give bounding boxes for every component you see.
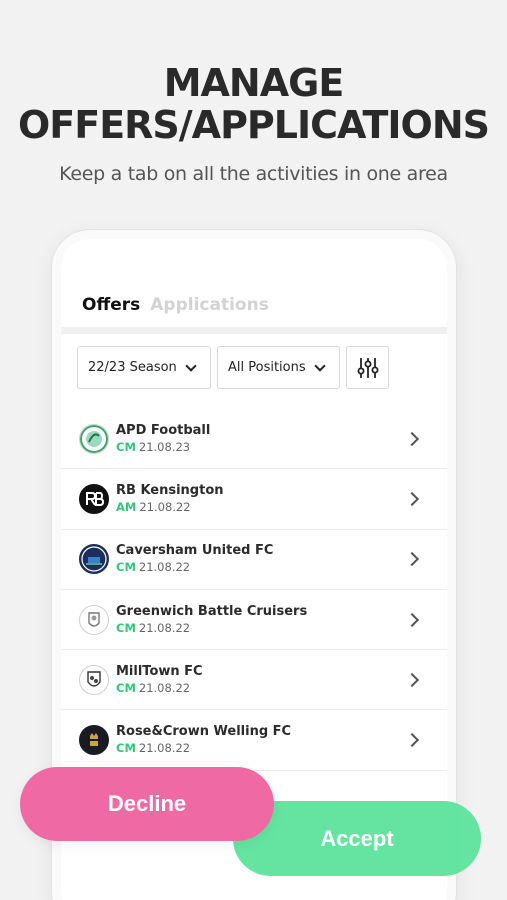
tab-offers[interactable]: Offers (82, 295, 140, 315)
list-item[interactable]: APD Football CM 21.08.23 (61, 409, 447, 470)
club-name: MillTown FC (116, 663, 203, 679)
season-dropdown[interactable]: 22/23 Season (77, 346, 211, 389)
offer-date: 21.08.22 (138, 620, 191, 635)
promo-headline: MANAGE OFFERS/APPLICATIONS (0, 62, 507, 146)
club-name: Greenwich Battle Cruisers (116, 603, 308, 619)
chevron-right-icon (404, 491, 420, 507)
position-badge: AM (116, 499, 137, 514)
position-badge: CM (116, 439, 136, 454)
list-item[interactable]: MillTown FC CM 21.08.22 (61, 650, 447, 711)
chevron-right-icon (404, 552, 420, 567)
rose-crown-logo (79, 725, 109, 756)
sliders-icon (357, 357, 378, 378)
chevron-right-icon (404, 431, 420, 446)
offers-list: APD Football CM 21.08.23 RB Kensington AM… (61, 409, 447, 771)
tab-bar: Offers Applications (82, 295, 269, 315)
caversham-logo (79, 544, 109, 575)
headline-line-1: MANAGE (163, 61, 345, 105)
season-dropdown-label: 22/23 Season (88, 360, 177, 375)
promo-subhead: Keep a tab on all the activities in one … (59, 163, 448, 185)
offer-date: 21.08.22 (138, 741, 191, 756)
club-name: RB Kensington (116, 482, 224, 498)
filter-bar: 22/23 Season All Positions (77, 346, 389, 389)
club-name: Caversham United FC (116, 543, 274, 559)
greenwich-logo (79, 604, 109, 635)
offer-date: 21.08.22 (138, 680, 191, 695)
list-item[interactable]: RB Kensington AM 21.08.22 (61, 469, 447, 530)
chevron-down-icon (313, 359, 326, 372)
list-item[interactable]: Rose&Crown Welling FC CM 21.08.22 (61, 710, 447, 771)
chevron-right-icon (404, 733, 420, 748)
rb-kensington-logo (79, 483, 109, 514)
position-badge: CM (116, 741, 136, 756)
chevron-right-icon (404, 612, 420, 627)
positions-dropdown[interactable]: All Positions (217, 346, 340, 389)
position-badge: CM (116, 620, 136, 635)
chevron-down-icon (185, 359, 197, 372)
decline-button[interactable]: Decline (20, 767, 274, 841)
apd-football-logo (79, 423, 109, 454)
club-name: Rose&Crown Welling FC (116, 724, 292, 740)
offer-date: 21.08.22 (138, 560, 191, 575)
list-item[interactable]: Greenwich Battle Cruisers CM 21.08.22 (61, 590, 447, 651)
offer-date: 21.08.23 (138, 439, 191, 454)
filter-settings-button[interactable] (346, 346, 389, 389)
tab-divider (61, 327, 447, 334)
offer-date: 21.08.22 (139, 499, 191, 514)
milltown-logo (79, 664, 109, 695)
position-badge: CM (116, 680, 136, 695)
position-badge: CM (116, 560, 136, 575)
tab-applications[interactable]: Applications (150, 295, 269, 315)
club-name: APD Football (116, 422, 211, 438)
chevron-right-icon (404, 672, 420, 687)
positions-dropdown-label: All Positions (228, 360, 306, 375)
headline-line-2: OFFERS/APPLICATIONS (17, 103, 490, 147)
list-item[interactable]: Caversham United FC CM 21.08.22 (61, 530, 447, 590)
